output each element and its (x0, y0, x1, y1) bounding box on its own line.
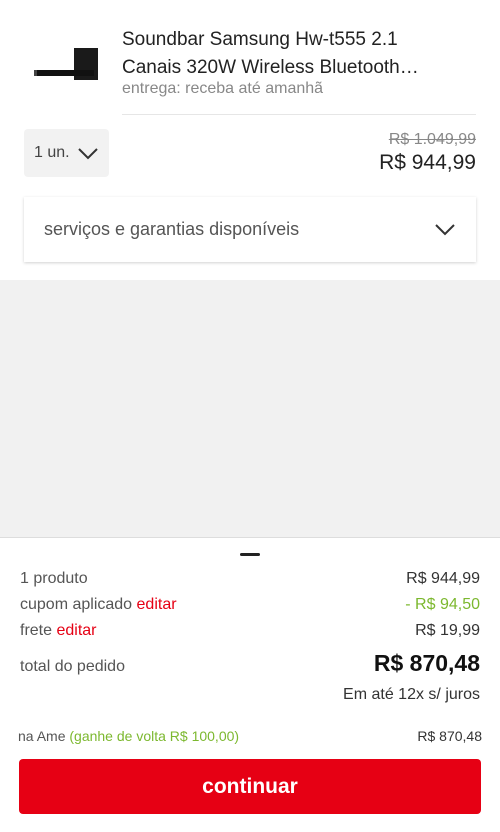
delivery-info: entrega: receba até amanhã (122, 80, 324, 97)
quantity-select[interactable]: 1 un. (24, 129, 109, 177)
order-summary: 1 produto R$ 944,99 cupom aplicado edita… (0, 537, 500, 832)
price-current: R$ 944,99 (379, 151, 476, 174)
drag-handle[interactable] (240, 553, 260, 556)
shipping-label: frete (20, 622, 53, 639)
product-card: Soundbar Samsung Hw-t555 2.1 Canais 320W… (0, 0, 500, 280)
coupon-label-group: cupom aplicado editar (20, 596, 177, 614)
chevron-down-icon (435, 224, 455, 236)
ame-value: R$ 870,48 (417, 728, 482, 744)
shipping-value: R$ 19,99 (415, 622, 480, 639)
price-original: R$ 1.049,99 (388, 131, 476, 148)
shipping-row: frete editar R$ 19,99 (20, 622, 480, 640)
ame-row: na Ame (ganhe de volta R$ 100,00) R$ 870… (18, 728, 482, 744)
quantity-value: 1 un. (34, 144, 70, 161)
products-value: R$ 944,99 (406, 570, 480, 587)
chevron-down-icon (78, 148, 98, 160)
ame-cashback: (ganhe de volta R$ 100,00) (69, 728, 240, 744)
coupon-label: cupom aplicado (20, 596, 133, 613)
total-value: R$ 870,48 (373, 650, 480, 676)
ame-label-group: na Ame (ganhe de volta R$ 100,00) (18, 728, 239, 744)
divider (122, 114, 476, 115)
soundbar-image (34, 48, 98, 80)
product-name[interactable]: Soundbar Samsung Hw-t555 2.1 Canais 320W… (122, 26, 452, 82)
installments-info: Em até 12x s/ juros (343, 686, 480, 703)
shipping-edit-link[interactable]: editar (56, 622, 96, 639)
coupon-value: - R$ 94,50 (405, 596, 480, 613)
coupon-edit-link[interactable]: editar (137, 596, 177, 613)
products-row: 1 produto R$ 944,99 (20, 570, 480, 588)
services-dropdown[interactable]: serviços e garantias disponíveis (24, 197, 476, 262)
services-label: serviços e garantias disponíveis (44, 219, 300, 239)
continue-button[interactable]: continuar (19, 759, 481, 814)
shipping-label-group: frete editar (20, 622, 97, 640)
total-row: total do pedido R$ 870,48 (20, 650, 480, 677)
products-label: 1 produto (20, 570, 88, 587)
ame-label: na Ame (18, 728, 66, 744)
total-label: total do pedido (20, 658, 125, 675)
coupon-row: cupom aplicado editar - R$ 94,50 (20, 596, 480, 614)
